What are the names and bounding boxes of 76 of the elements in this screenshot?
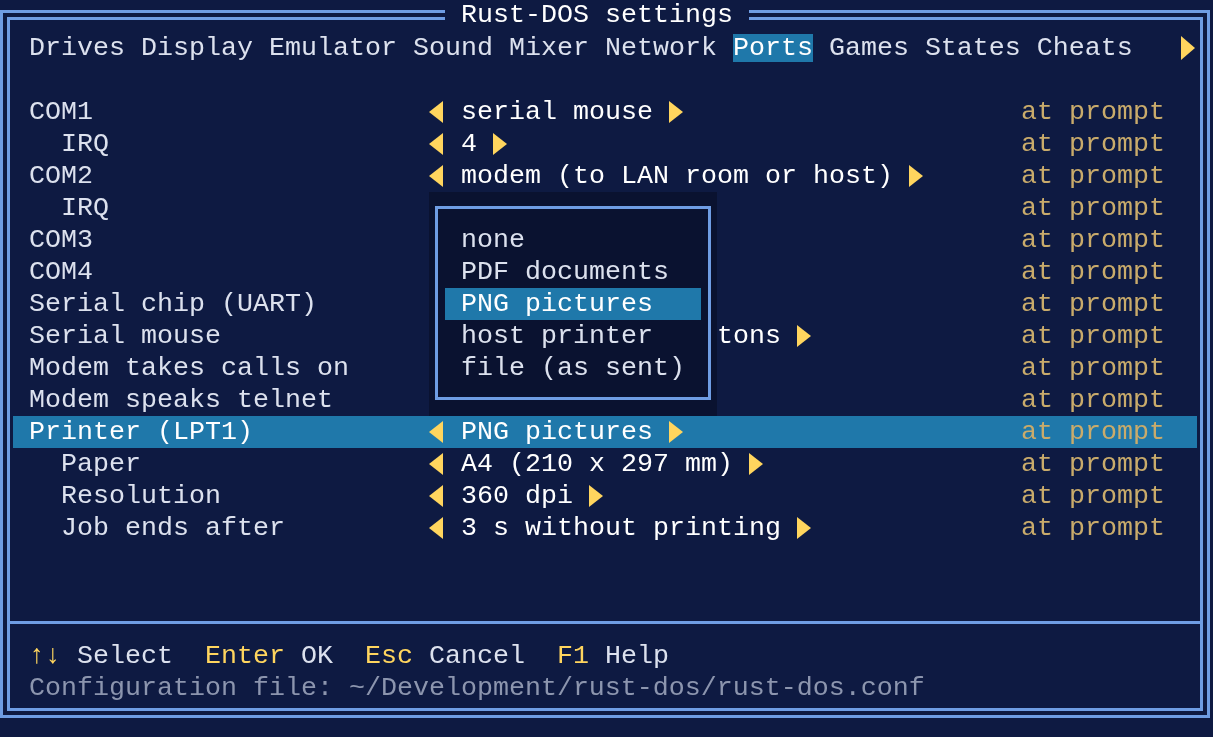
tab[interactable]: Drives [29, 34, 125, 62]
right-arrow-icon[interactable] [668, 101, 683, 123]
tab[interactable]: Sound [412, 34, 493, 62]
dropdown-option[interactable]: host printer [445, 320, 701, 352]
setting-label[interactable]: COM1 [29, 96, 93, 128]
setting-label[interactable]: Serial mouse [29, 320, 221, 352]
dropdown-option[interactable]: file (as sent) [445, 352, 701, 384]
right-arrow-icon[interactable] [797, 325, 811, 347]
setting-label[interactable]: Paper [61, 448, 141, 480]
apply-time-text: at prompt [1021, 448, 1165, 480]
right-arrow-icon [1181, 36, 1195, 60]
setting-label[interactable]: Modem speaks telnet [29, 384, 333, 416]
tab[interactable]: Display [141, 34, 253, 62]
shortcut-key: F1 [556, 640, 589, 672]
setting-value: 4 [461, 128, 477, 160]
apply-time-text: at prompt [1021, 224, 1165, 256]
shortcut-action: Help [604, 640, 669, 672]
left-arrow-icon[interactable] [429, 517, 443, 539]
setting-value: modem (to LAN room or host) [461, 160, 893, 192]
tab[interactable]: Mixer [508, 34, 589, 62]
setting-value: serial mouse [461, 96, 653, 128]
apply-time-text: at prompt [1021, 352, 1165, 384]
tab[interactable]: Emulator [268, 34, 397, 62]
setting-value: A4 (210 x 297 mm) [461, 448, 733, 480]
setting-value: PNG pictures [461, 416, 653, 448]
apply-time-text: at prompt [1021, 320, 1165, 352]
shortcut-key: Esc [364, 640, 413, 672]
right-arrow-icon[interactable] [589, 485, 603, 507]
shortcut-key: Enter [205, 640, 285, 672]
setting-label[interactable]: Printer (LPT1) [29, 416, 253, 448]
setting-label[interactable]: Modem takes calls on [29, 352, 349, 384]
apply-time-text: at prompt [1021, 384, 1165, 416]
apply-time-text: at prompt [1021, 128, 1165, 160]
tab[interactable]: States [924, 34, 1021, 62]
apply-time-text: at prompt [1021, 96, 1165, 128]
apply-time-text: at prompt [1021, 256, 1165, 288]
left-arrow-icon[interactable] [429, 453, 443, 475]
setting-label[interactable]: COM4 [29, 256, 93, 288]
shortcut-action: Cancel [428, 640, 525, 672]
left-arrow-icon[interactable] [429, 101, 443, 123]
window-title: Rust-DOS settings [461, 0, 733, 30]
setting-label[interactable]: IRQ [61, 192, 109, 224]
left-arrow-icon[interactable] [429, 133, 443, 155]
selected-setting-row[interactable]: Printer (LPT1) PNG pictures at prompt [13, 416, 1197, 448]
setting-label[interactable]: COM3 [29, 224, 93, 256]
setting-value: 3 s without printing [461, 512, 781, 544]
shortcut-key: ↑↓ [29, 640, 61, 672]
right-arrow-icon[interactable] [493, 133, 507, 155]
setting-label[interactable]: IRQ [61, 128, 109, 160]
tab[interactable]: Games [828, 34, 909, 62]
dropdown-option[interactable]: PNG pictures [445, 288, 701, 320]
tab[interactable]: Ports [732, 34, 813, 62]
dropdown-option[interactable]: PDF documents [445, 256, 701, 288]
tab[interactable]: Network [604, 34, 717, 62]
left-arrow-icon[interactable] [429, 485, 443, 507]
apply-time-text: at prompt [1021, 288, 1165, 320]
setting-label[interactable]: Job ends after [61, 512, 285, 544]
setting-label[interactable]: Resolution [61, 480, 221, 512]
right-arrow-icon[interactable] [748, 453, 763, 475]
setting-value: tons [717, 320, 781, 352]
left-arrow-icon[interactable] [429, 165, 443, 187]
setting-value: 360 dpi [461, 480, 573, 512]
config-file-path: Configuration file: ~/Development/rust-dos/rust-dos.conf [29, 672, 925, 704]
shortcut-action: OK [300, 640, 333, 672]
right-arrow-icon[interactable] [908, 165, 923, 187]
dropdown-option[interactable]: none [445, 224, 701, 256]
shortcut-action: Select [77, 640, 173, 672]
setting-label[interactable]: COM2 [29, 160, 93, 192]
apply-time-text: at prompt [1021, 160, 1165, 192]
tab[interactable]: Cheats [1036, 34, 1133, 62]
apply-time-text: at prompt [1021, 416, 1165, 448]
apply-time-text: at prompt [1021, 480, 1165, 512]
setting-label[interactable]: Serial chip (UART) [29, 288, 317, 320]
apply-time-text: at prompt [1021, 512, 1165, 544]
right-arrow-icon[interactable] [796, 517, 811, 539]
apply-time-text: at prompt [1021, 192, 1165, 224]
